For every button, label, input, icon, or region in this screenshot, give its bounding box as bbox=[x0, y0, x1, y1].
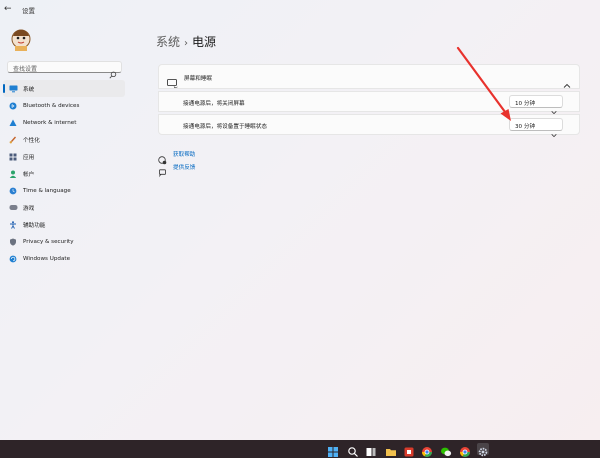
brush-icon bbox=[6, 131, 20, 148]
search-icon[interactable] bbox=[109, 64, 117, 79]
search-input[interactable]: 查找设置 bbox=[7, 61, 122, 79]
get-help-link[interactable]: 获取帮助 bbox=[158, 149, 195, 164]
chrome-icon[interactable] bbox=[421, 443, 433, 457]
monitor-icon bbox=[6, 80, 20, 97]
section-title: 屏幕和睡眠 bbox=[184, 76, 212, 82]
bluetooth-icon bbox=[6, 97, 20, 114]
give-feedback-label[interactable]: 提供反馈 bbox=[173, 163, 195, 171]
sidebar-item-label: 个性化 bbox=[23, 137, 40, 144]
screen-off-label: 接通电源后，将关闭屏幕 bbox=[183, 101, 245, 107]
sidebar-item-windows-update[interactable]: Windows Update bbox=[3, 250, 125, 267]
dropdown-value: 30 分钟 bbox=[515, 124, 536, 130]
chevron-down-icon bbox=[551, 123, 557, 138]
windows-start-icon[interactable] bbox=[327, 443, 339, 457]
sidebar-item-system[interactable]: 系统 bbox=[3, 80, 125, 97]
breadcrumb-separator: › bbox=[184, 38, 189, 49]
file-explorer-icon[interactable] bbox=[385, 443, 397, 456]
search-icon[interactable] bbox=[347, 443, 359, 457]
wechat-icon[interactable] bbox=[440, 443, 452, 457]
accessibility-icon bbox=[6, 216, 20, 233]
get-help-label[interactable]: 获取帮助 bbox=[173, 150, 195, 158]
sidebar-item-label: 系统 bbox=[23, 86, 35, 93]
account-icon bbox=[6, 165, 20, 182]
chevron-up-icon[interactable] bbox=[563, 74, 571, 88]
feedback-icon bbox=[158, 163, 167, 177]
sleep-label: 接通电源后，将设备置于睡眠状态 bbox=[183, 124, 267, 130]
screen-off-dropdown[interactable]: 10 分钟 bbox=[509, 95, 563, 115]
give-feedback-link[interactable]: 提供反馈 bbox=[158, 162, 195, 177]
sleep-dropdown[interactable]: 30 分钟 bbox=[509, 118, 563, 138]
sidebar-item-label: 游戏 bbox=[23, 205, 35, 212]
page-title: 电源 bbox=[192, 35, 217, 49]
sidebar-item-personalization[interactable]: 个性化 bbox=[3, 131, 125, 148]
sidebar-item-privacy[interactable]: Privacy & security bbox=[3, 233, 125, 250]
gaming-icon bbox=[6, 199, 20, 216]
network-icon bbox=[6, 114, 20, 131]
breadcrumb: 系统 › 电源 bbox=[156, 33, 216, 50]
breadcrumb-parent[interactable]: 系统 bbox=[156, 35, 180, 49]
sidebar-item-label: 辅助功能 bbox=[23, 222, 46, 229]
screen-sleep-section-header[interactable]: 屏幕和睡眠 bbox=[158, 64, 580, 89]
title-bar: ← 设置 bbox=[0, 0, 600, 20]
clock-language-icon bbox=[6, 182, 20, 199]
sidebar-item-label: Time & language bbox=[23, 187, 71, 194]
settings-gear-icon[interactable] bbox=[477, 443, 489, 457]
search-placeholder: 查找设置 bbox=[13, 66, 38, 73]
update-icon bbox=[6, 250, 20, 267]
sidebar-item-bluetooth[interactable]: Bluetooth & devices bbox=[3, 97, 125, 114]
shield-icon bbox=[6, 233, 20, 250]
sidebar-item-label: 帐户 bbox=[23, 171, 35, 178]
sidebar-nav: 系统 Bluetooth & devices Network & interne… bbox=[3, 80, 125, 267]
sidebar-item-gaming[interactable]: 游戏 bbox=[3, 199, 125, 216]
office-icon[interactable] bbox=[403, 443, 415, 457]
back-arrow-icon[interactable]: ← bbox=[4, 4, 18, 16]
sidebar-item-accounts[interactable]: 帐户 bbox=[3, 165, 125, 182]
window-title: 设置 bbox=[22, 7, 35, 15]
sidebar-item-label: Windows Update bbox=[23, 255, 71, 262]
sidebar-item-time-language[interactable]: Time & language bbox=[3, 182, 125, 199]
dropdown-value: 10 分钟 bbox=[515, 101, 536, 107]
avatar[interactable] bbox=[10, 27, 32, 51]
task-view-icon[interactable] bbox=[365, 443, 377, 456]
taskbar bbox=[0, 440, 600, 458]
chrome-alt-icon[interactable] bbox=[459, 443, 471, 457]
apps-icon bbox=[6, 148, 20, 165]
help-icon bbox=[158, 150, 167, 164]
sidebar-item-accessibility[interactable]: 辅助功能 bbox=[3, 216, 125, 233]
sidebar-item-label: Privacy & security bbox=[23, 238, 74, 245]
sidebar-item-label: Bluetooth & devices bbox=[23, 102, 80, 109]
screen-sleep-icon bbox=[167, 73, 178, 89]
sidebar-item-label: Network & internet bbox=[23, 119, 77, 126]
sidebar-item-apps[interactable]: 应用 bbox=[3, 148, 125, 165]
chevron-down-icon bbox=[551, 100, 557, 115]
sidebar-item-label: 应用 bbox=[23, 154, 35, 161]
sidebar-item-network[interactable]: Network & internet bbox=[3, 114, 125, 131]
